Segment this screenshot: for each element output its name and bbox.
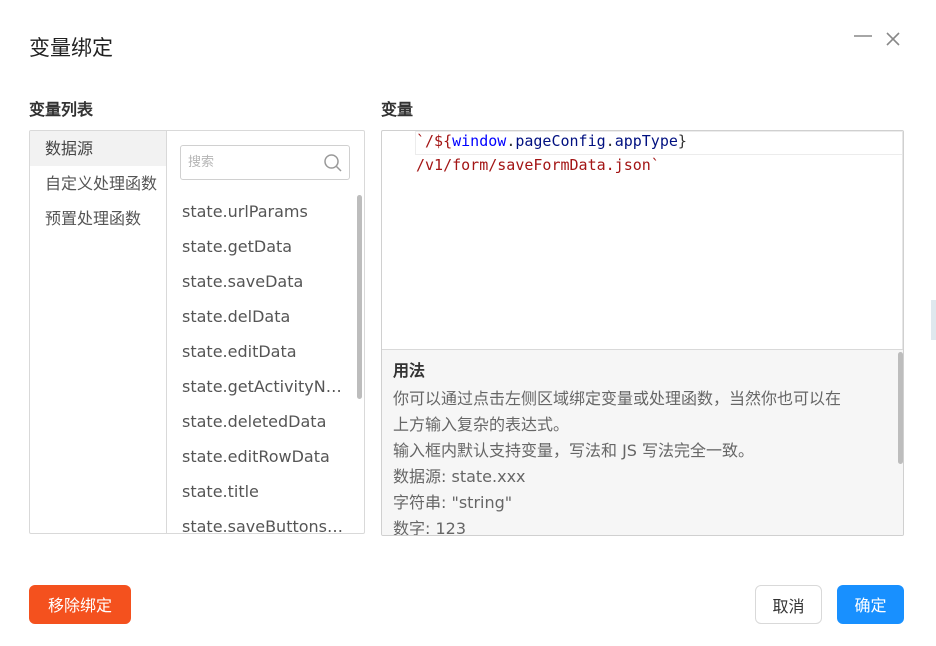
code-token-string: /v1/form/saveFormData.json` [416, 156, 660, 174]
variable-label: 变量 [381, 100, 414, 119]
background-edge [931, 300, 936, 340]
list-item[interactable]: state.editRowData [167, 439, 347, 474]
minimize-icon[interactable] [852, 28, 874, 50]
variable-list-panel: 数据源 自定义处理函数 预置处理函数 state.urlParams state… [29, 130, 365, 534]
category-item-preset-functions[interactable]: 预置处理函数 [30, 201, 166, 236]
code-token-string: `/${ [416, 132, 453, 150]
variable-list: state.urlParams state.getData state.save… [167, 194, 347, 533]
usage-line: 输入框内默认支持变量，写法和 JS 写法完全一致。 [393, 441, 755, 460]
list-item[interactable]: state.getActivityNodeList [167, 369, 347, 404]
code-token-apptype: appType [614, 132, 678, 150]
list-item[interactable]: state.title [167, 474, 347, 509]
list-item[interactable]: state.saveData [167, 264, 347, 299]
list-item[interactable]: state.deletedData [167, 404, 347, 439]
remove-binding-button[interactable]: 移除绑定 [29, 585, 131, 624]
variable-items-column: state.urlParams state.getData state.save… [167, 131, 364, 533]
list-scrollbar[interactable] [357, 195, 362, 399]
usage-help: 用法 你可以通过点击左侧区域绑定变量或处理函数，当然你也可以在 上方输入复杂的表… [382, 349, 903, 536]
search-icon[interactable] [323, 153, 343, 173]
usage-title: 用法 [393, 361, 426, 380]
category-item-datasource[interactable]: 数据源 [30, 131, 166, 166]
code-token-dot: . [506, 132, 516, 150]
help-scrollbar[interactable] [898, 352, 903, 464]
search-box [180, 145, 350, 180]
code-token-dot: . [605, 132, 615, 150]
variable-list-label: 变量列表 [29, 100, 94, 119]
code-token-brace: } [677, 132, 687, 150]
confirm-button[interactable]: 确定 [837, 585, 904, 624]
dialog-title: 变量绑定 [29, 36, 113, 60]
code-line-2: /v1/form/saveFormData.json` [416, 156, 660, 174]
category-list: 数据源 自定义处理函数 预置处理函数 [30, 131, 167, 533]
usage-line: 数字: 123 [393, 519, 467, 536]
editor-ruler [902, 131, 903, 349]
usage-line: 你可以通过点击左侧区域绑定变量或处理函数，当然你也可以在 [393, 389, 842, 408]
list-item[interactable]: state.editData [167, 334, 347, 369]
list-item[interactable]: state.saveButtonsList [167, 509, 347, 533]
variable-binding-dialog: 变量绑定 变量列表 变量 数据源 自定义处理函数 预置处理函数 state.ur… [0, 0, 936, 646]
search-input[interactable] [181, 146, 318, 179]
variable-editor-panel: `/${window.pageConfig.appType} /v1/form/… [381, 130, 904, 536]
cancel-button[interactable]: 取消 [755, 585, 822, 624]
close-icon[interactable] [882, 28, 904, 50]
category-item-custom-functions[interactable]: 自定义处理函数 [30, 166, 166, 201]
usage-line: 上方输入复杂的表达式。 [393, 415, 570, 434]
list-item[interactable]: state.delData [167, 299, 347, 334]
code-token-pageconfig: pageConfig [515, 132, 606, 150]
usage-line: 数据源: state.xxx [393, 467, 526, 486]
code-editor[interactable]: `/${window.pageConfig.appType} /v1/form/… [382, 131, 903, 349]
code-line-1: `/${window.pageConfig.appType} [416, 132, 687, 150]
list-item[interactable]: state.getData [167, 229, 347, 264]
list-item[interactable]: state.urlParams [167, 194, 347, 229]
usage-line: 字符串: "string" [393, 493, 513, 512]
code-token-window: window [452, 132, 507, 150]
